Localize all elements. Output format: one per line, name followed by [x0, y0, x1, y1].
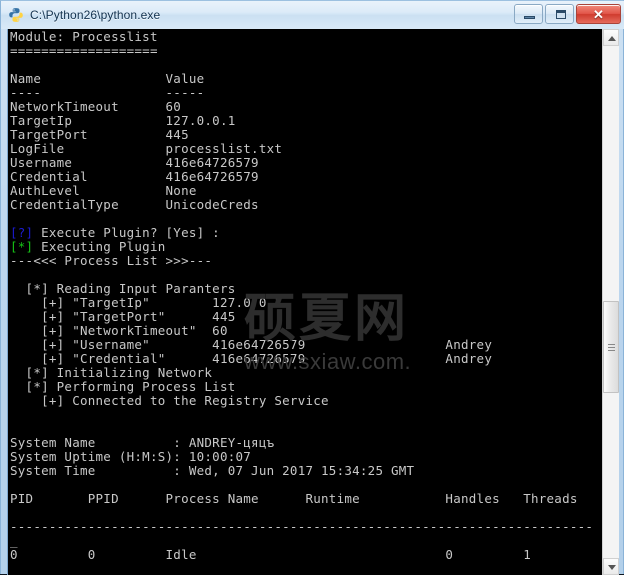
console-line: Name Value [10, 71, 205, 86]
console-line: LogFile processlist.txt [10, 141, 283, 156]
console-line: AuthLevel None [10, 183, 197, 198]
console-line: [+] "Username" 416e64726579 Andrey [10, 337, 493, 352]
console-line: 0 0 Idle 0 1 [10, 547, 531, 562]
minimize-icon [524, 16, 535, 19]
console-line: TargetPort 445 [10, 127, 189, 142]
console-line: [*] Initializing Network [10, 365, 213, 380]
console-line: [*] Performing Process List [10, 379, 236, 394]
window-title: C:\Python26\python.exe [30, 8, 161, 22]
console-line: Credential 416e64726579 [10, 169, 259, 184]
console-line: ----------------------------------------… [10, 519, 594, 534]
console-line: [+] Connected to the Registry Service [10, 393, 329, 408]
console-line-text: Executing Plugin [33, 239, 166, 254]
console-line: [+] "TargetPort" 445 [10, 309, 236, 324]
scrollbar-track-lower[interactable] [603, 393, 619, 558]
console-line: [+] "Credential" 416e64726579 Andrey [10, 351, 493, 366]
console-line: TargetIp 127.0.0.1 [10, 113, 236, 128]
console-line-text: Execute Plugin? [Yes] : [33, 225, 220, 240]
console-line: CredentialType UnicodeCreds [10, 197, 259, 212]
console-line-prefix: [?] [10, 225, 34, 240]
console-line: NetworkTimeout 60 [10, 99, 182, 114]
scrollbar-thumb[interactable] [603, 301, 619, 393]
console-line: =================== [10, 43, 158, 58]
console-area: Module: Processlist =================== N… [7, 29, 619, 575]
console-line-prefix: [*] [10, 239, 34, 254]
scroll-down-button[interactable] [603, 558, 619, 575]
console-line: [+] "NetworkTimeout" 60 [10, 323, 228, 338]
console-line: Username 416e64726579 [10, 155, 259, 170]
python-logo-icon [8, 7, 24, 23]
console-line: System Name : ANDREY-цяцъ [10, 435, 275, 450]
console-line: PID PPID Process Name Runtime Handles Th… [10, 491, 578, 506]
console-line: [?] Execute Plugin? [Yes] : [10, 226, 603, 240]
console-line: System Uptime (H:M:S): 10:00:07 [10, 449, 252, 464]
close-button[interactable]: ✕ [576, 4, 621, 24]
maximize-button[interactable] [545, 4, 574, 24]
scroll-up-button[interactable] [603, 29, 619, 46]
console-line: [*] Executing Plugin [10, 240, 603, 254]
console-line: ---- ----- [10, 85, 205, 100]
console-line: _ [10, 533, 18, 548]
console-line: Module: Processlist [10, 29, 158, 44]
minimize-button[interactable] [514, 4, 543, 24]
chevron-up-icon [608, 36, 616, 41]
chevron-down-icon [608, 565, 616, 570]
console-line: ---<<< Process List >>>--- [10, 253, 213, 268]
window-controls: ✕ [514, 4, 621, 24]
close-icon: ✕ [593, 7, 604, 22]
vertical-scrollbar[interactable] [602, 29, 619, 575]
console-output[interactable]: Module: Processlist =================== N… [8, 29, 603, 575]
console-window: C:\Python26\python.exe ✕ Module: Process… [0, 0, 624, 575]
window-titlebar[interactable]: C:\Python26\python.exe ✕ [1, 1, 624, 29]
console-line: [+] "TargetIp" 127.0.0.1 [10, 295, 283, 310]
console-line: System Time : Wed, 07 Jun 2017 15:34:25 … [10, 463, 415, 478]
scrollbar-track-upper[interactable] [603, 46, 619, 301]
console-line: [*] Reading Input Paranters [10, 281, 236, 296]
maximize-icon [556, 10, 566, 19]
scrollbar-grip-icon [608, 344, 615, 351]
